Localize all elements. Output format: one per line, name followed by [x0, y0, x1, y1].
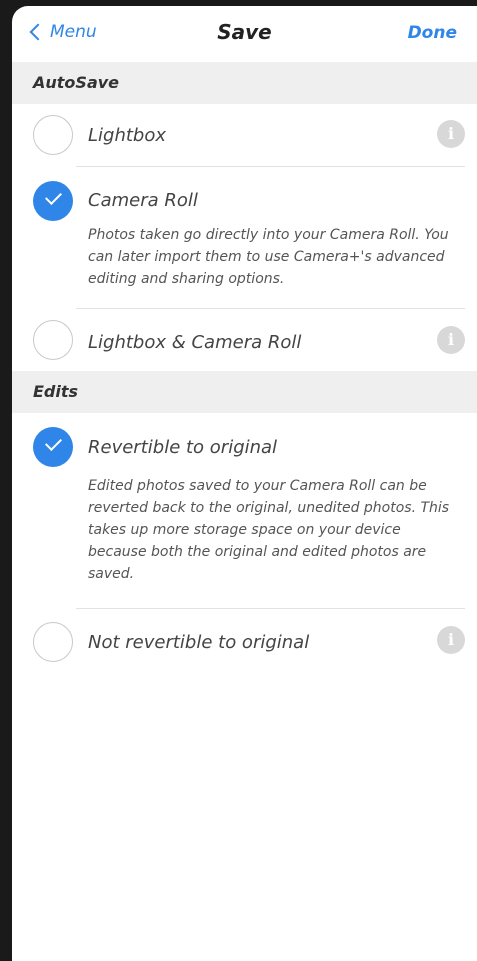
radio-unchecked-icon[interactable] — [33, 622, 73, 662]
done-button[interactable]: Done — [408, 23, 457, 43]
info-icon[interactable]: i — [437, 326, 465, 354]
option-not-revertible[interactable]: Not revertible to original i — [12, 609, 477, 679]
option-description: Edited photos saved to your Camera Roll … — [88, 478, 450, 582]
nav-bar: Menu Save Done — [12, 6, 477, 62]
option-label: Camera Roll — [88, 190, 198, 211]
option-lightbox[interactable]: Lightbox i — [12, 104, 477, 166]
option-revertible[interactable]: Revertible to original Edited photos sav… — [12, 413, 477, 609]
option-description: Photos taken go directly into your Camer… — [88, 227, 449, 287]
radio-unchecked-icon[interactable] — [33, 115, 73, 155]
option-lightbox-and-camera-roll[interactable]: Lightbox & Camera Roll i — [12, 309, 477, 371]
section-header-autosave: AutoSave — [12, 62, 477, 104]
info-icon[interactable]: i — [437, 120, 465, 148]
option-label: Lightbox — [88, 125, 167, 146]
section-header-edits: Edits — [12, 371, 477, 413]
option-camera-roll[interactable]: Camera Roll Photos taken go directly int… — [12, 167, 477, 309]
option-label: Revertible to original — [88, 437, 278, 458]
option-label: Not revertible to original — [88, 632, 310, 653]
radio-checked-icon[interactable] — [33, 181, 73, 221]
option-label: Lightbox & Camera Roll — [88, 332, 302, 353]
radio-unchecked-icon[interactable] — [33, 320, 73, 360]
save-settings-sheet: Menu Save Done AutoSave Lightbox i Camer… — [12, 6, 477, 961]
radio-checked-icon[interactable] — [33, 427, 73, 467]
info-icon[interactable]: i — [437, 626, 465, 654]
